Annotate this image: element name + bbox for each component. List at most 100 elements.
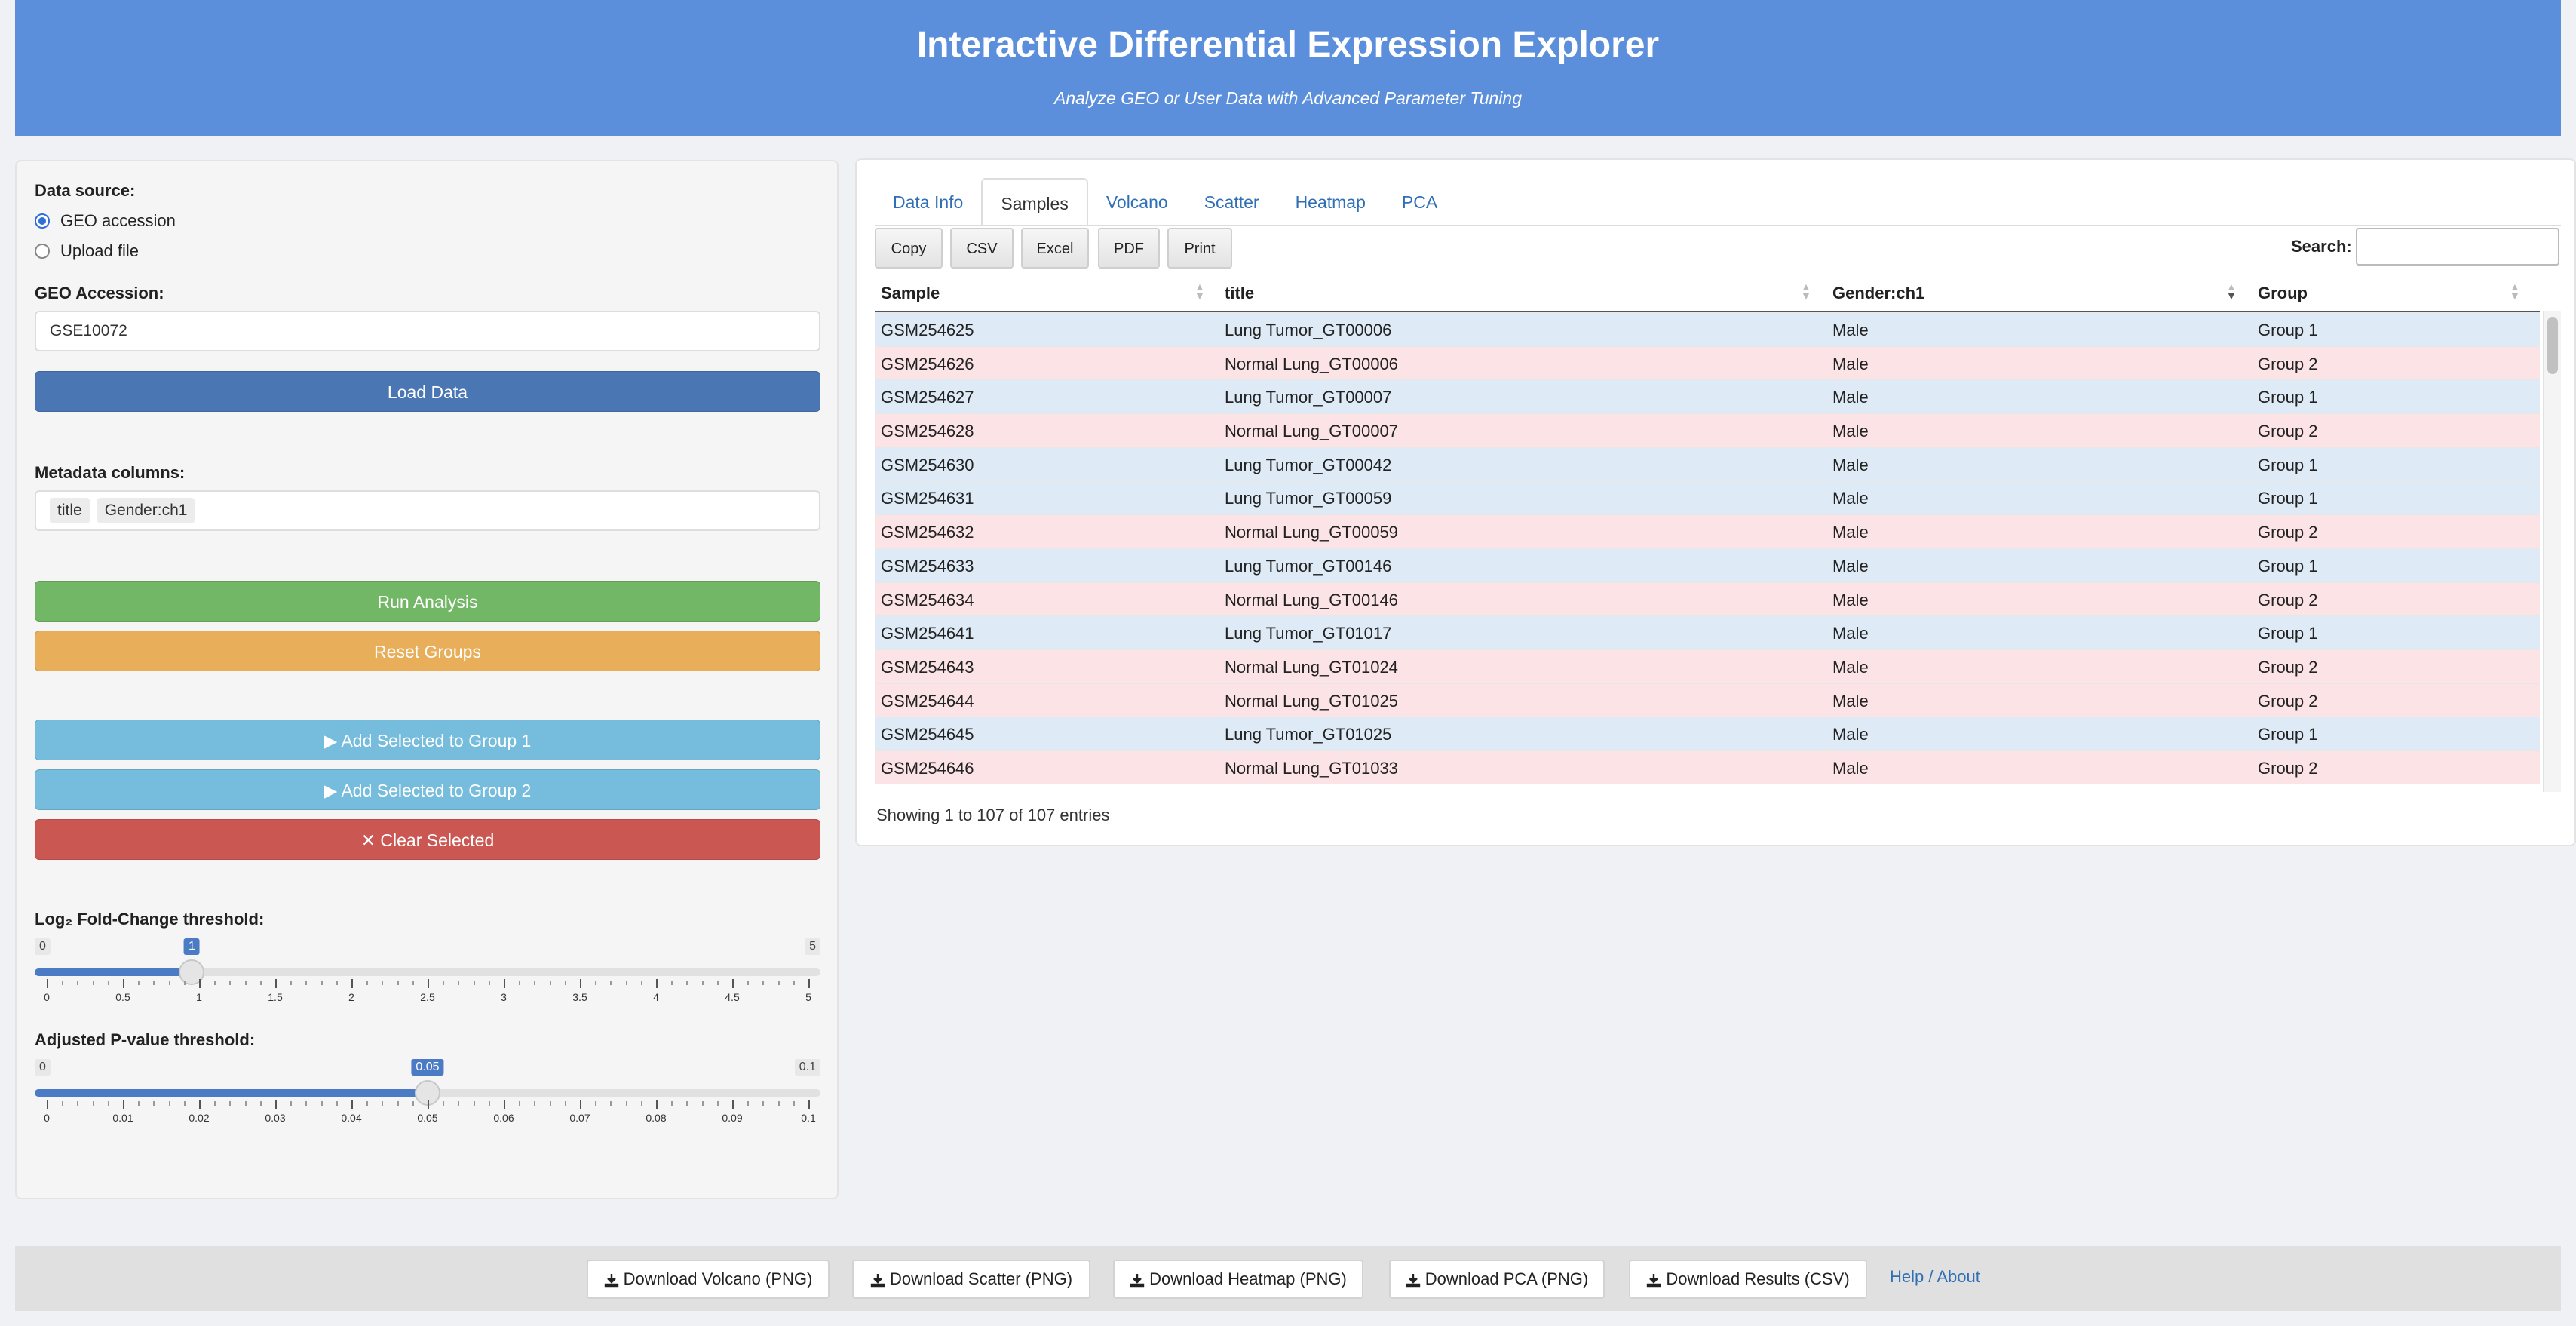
slider-minor-tick	[793, 981, 795, 985]
slider-minor-tick	[366, 1101, 369, 1106]
cell-sample: GSM254628	[881, 422, 974, 441]
radio-geo-accession[interactable]: GEO accession	[35, 211, 176, 231]
tab-samples[interactable]: Samples	[981, 178, 1088, 226]
table-row[interactable]: GSM254633 Lung Tumor_GT00146 Male Group 1	[875, 548, 2540, 582]
col-header-group[interactable]: Group	[2258, 284, 2308, 303]
cell-title: Normal Lung_GT01025	[1225, 691, 1398, 711]
sort-icon[interactable]: ▲ ▼	[1801, 281, 1811, 301]
run-analysis-button[interactable]: Run Analysis	[35, 581, 820, 622]
help-about-link[interactable]: Help / About	[1890, 1267, 1980, 1287]
slider-minor-tick	[625, 981, 627, 985]
tab-pca[interactable]: PCA	[1384, 178, 1455, 226]
cell-group: Group 2	[2258, 422, 2318, 441]
table-row[interactable]: GSM254625 Lung Tumor_GT00006 Male Group 1	[875, 312, 2540, 346]
sort-icon[interactable]: ▲ ▼	[2510, 281, 2520, 301]
app-header: Interactive Differential Expression Expl…	[15, 0, 2561, 136]
app-subtitle: Analyze GEO or User Data with Advanced P…	[1053, 88, 1522, 108]
tab-heatmap[interactable]: Heatmap	[1277, 178, 1384, 226]
slider-tick	[656, 979, 658, 988]
tab-divider	[875, 225, 2561, 226]
main-panel: Data Info Samples Volcano Scatter Heatma…	[855, 158, 2576, 846]
radio-unselected-icon[interactable]	[35, 244, 50, 259]
slider-tick-label: 1.5	[268, 991, 283, 1003]
table-row[interactable]: GSM254643 Normal Lung_GT01024 Male Group 2	[875, 649, 2540, 683]
table-row[interactable]: GSM254641 Lung Tumor_GT01017 Male Group 1	[875, 615, 2540, 649]
download-pca-button[interactable]: Download PCA (PNG)	[1389, 1260, 1605, 1299]
pdf-button[interactable]: PDF	[1098, 228, 1160, 269]
slider-minor-tick	[458, 981, 460, 985]
pvalue-threshold-slider[interactable]: 0 0.1 0.05 0 0.01 0.02 0.03 0.04 0.05 0.06 0.07 0.0…	[35, 1059, 820, 1157]
fc-threshold-slider[interactable]: 0 5 1 0 0.5 1 1.5 2 2.5 3 3.5 4 4.5 5	[35, 938, 820, 1036]
slider-minor-tick	[412, 1101, 414, 1106]
download-scatter-button[interactable]: Download Scatter (PNG)	[852, 1260, 1090, 1299]
search-input[interactable]	[2356, 228, 2559, 266]
radio-upload-file[interactable]: Upload file	[35, 241, 139, 261]
cell-group: Group 2	[2258, 590, 2318, 609]
slider-minor-tick	[564, 981, 566, 985]
slider-minor-tick	[366, 981, 369, 985]
slider-minor-tick	[290, 981, 293, 985]
table-row[interactable]: GSM254634 Normal Lung_GT00146 Male Group 2	[875, 582, 2540, 616]
add-to-group2-button[interactable]: ▶ Add Selected to Group 2	[35, 769, 820, 810]
print-button[interactable]: Print	[1167, 228, 1232, 269]
slider-handle[interactable]	[179, 959, 205, 985]
metadata-chip-title[interactable]: title	[50, 498, 90, 523]
table-row[interactable]: GSM254645 Lung Tumor_GT01025 Male Group 1	[875, 717, 2540, 750]
cell-group: Group 1	[2258, 624, 2318, 643]
table-row[interactable]: GSM254630 Lung Tumor_GT00042 Male Group 1	[875, 447, 2540, 481]
excel-button[interactable]: Excel	[1021, 228, 1089, 269]
table-row[interactable]: GSM254627 Lung Tumor_GT00007 Male Group 1	[875, 379, 2540, 414]
table-row[interactable]: GSM254626 Normal Lung_GT00006 Male Group 2	[875, 345, 2540, 380]
scrollbar-thumb[interactable]	[2547, 317, 2558, 374]
metadata-columns-label: Metadata columns:	[35, 463, 186, 482]
col-header-sample[interactable]: Sample	[881, 284, 940, 303]
download-heatmap-button[interactable]: Download Heatmap (PNG)	[1113, 1260, 1363, 1299]
download-volcano-button[interactable]: Download Volcano (PNG)	[587, 1260, 830, 1299]
slider-minor-tick	[793, 1101, 795, 1106]
sort-icon[interactable]: ▲ ▼	[1194, 281, 1205, 301]
download-results-button[interactable]: Download Results (CSV)	[1629, 1260, 1867, 1299]
metadata-columns-select[interactable]: title Gender:ch1	[35, 490, 820, 531]
copy-button[interactable]: Copy	[875, 228, 943, 269]
slider-minor-tick	[473, 1101, 475, 1106]
table-row[interactable]: GSM254644 Normal Lung_GT01025 Male Group 2	[875, 683, 2540, 717]
col-header-title[interactable]: title	[1225, 284, 1254, 303]
slider-minor-tick	[595, 1101, 597, 1106]
table-info: Showing 1 to 107 of 107 entries	[876, 806, 1110, 824]
slider-minor-tick	[443, 1101, 445, 1106]
reset-groups-button[interactable]: Reset Groups	[35, 631, 820, 671]
cell-title: Normal Lung_GT00007	[1225, 422, 1398, 441]
load-data-button[interactable]: Load Data	[35, 371, 820, 412]
slider-minor-tick	[686, 1101, 688, 1106]
slider-minor-tick	[747, 1101, 750, 1106]
csv-button[interactable]: CSV	[950, 228, 1014, 269]
cell-group: Group 1	[2258, 455, 2318, 474]
cell-gender: Male	[1832, 422, 1869, 441]
table-row[interactable]: GSM254631 Lung Tumor_GT00059 Male Group 1	[875, 480, 2540, 515]
slider-minor-tick	[229, 1101, 232, 1106]
slider-minor-tick	[138, 981, 140, 985]
radio-selected-icon[interactable]	[35, 213, 50, 229]
clear-selected-button[interactable]: ✕ Clear Selected	[35, 819, 820, 860]
sort-desc-icon[interactable]: ▲ ▼	[2226, 281, 2237, 301]
slider-tick-label: 4	[653, 991, 659, 1003]
slider-minor-tick	[382, 981, 384, 985]
table-row[interactable]: GSM254632 Normal Lung_GT00059 Male Group 2	[875, 514, 2540, 548]
slider-minor-tick	[671, 1101, 673, 1106]
cell-group: Group 1	[2258, 321, 2318, 339]
col-header-gender[interactable]: Gender:ch1	[1832, 284, 1924, 303]
table-row[interactable]: GSM254628 Normal Lung_GT00007 Male Group 2	[875, 413, 2540, 447]
add-to-group1-button[interactable]: ▶ Add Selected to Group 1	[35, 720, 820, 760]
slider-minor-tick	[214, 1101, 216, 1106]
tab-volcano[interactable]: Volcano	[1088, 178, 1186, 226]
tab-scatter[interactable]: Scatter	[1186, 178, 1277, 226]
table-row[interactable]: GSM254646 Normal Lung_GT01033 Male Group 2	[875, 750, 2540, 784]
slider-fill	[35, 1089, 428, 1097]
table-scrollbar[interactable]	[2543, 311, 2561, 792]
tab-data-info[interactable]: Data Info	[875, 178, 981, 226]
download-heatmap-label: Download Heatmap (PNG)	[1149, 1269, 1347, 1288]
metadata-chip-gender[interactable]: Gender:ch1	[97, 498, 195, 523]
download-results-label: Download Results (CSV)	[1666, 1269, 1850, 1288]
geo-accession-input[interactable]: GSE10072	[35, 311, 820, 351]
slider-minor-tick	[168, 981, 170, 985]
